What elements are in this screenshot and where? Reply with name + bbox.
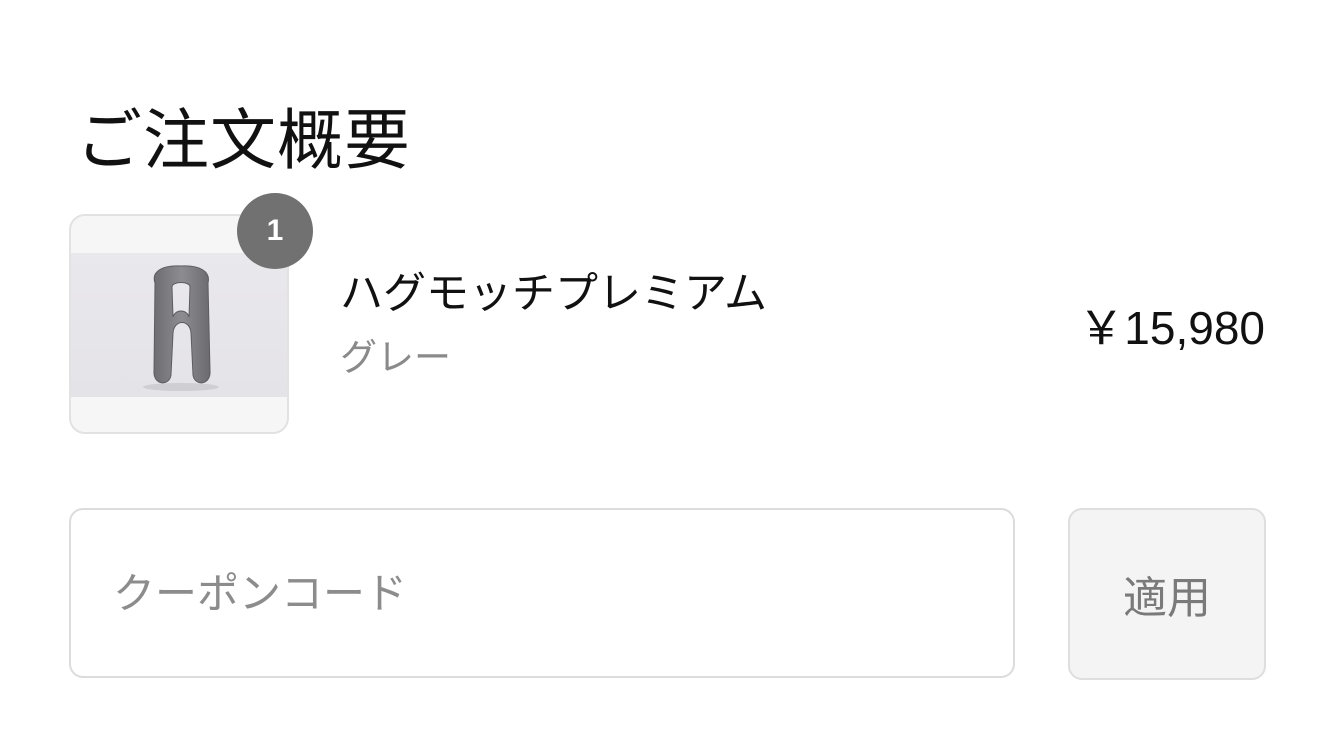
product-name: ハグモッチプレミアム xyxy=(340,269,767,319)
apply-coupon-button[interactable]: 適用 xyxy=(1068,508,1266,680)
product-price: ￥15,980 xyxy=(1078,302,1265,354)
coupon-code-input[interactable] xyxy=(69,508,1015,678)
pillow-illustration xyxy=(143,265,219,391)
product-variant: グレー xyxy=(340,336,451,379)
page-title: ご注文概要 xyxy=(76,102,411,180)
order-summary: ご注文概要 1 ハグモッチプレミアム グレー ￥15,980 クーポンコード 適… xyxy=(0,0,1337,750)
quantity-badge: 1 xyxy=(237,193,313,269)
product-image xyxy=(71,253,287,397)
